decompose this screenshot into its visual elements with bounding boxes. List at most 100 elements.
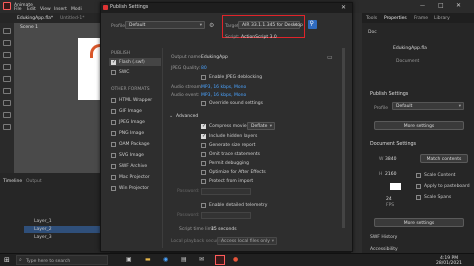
svg-checkbox[interactable] [111,153,116,158]
swc-checkbox[interactable] [111,70,116,75]
password-input[interactable] [201,188,251,195]
minimize-icon[interactable]: — [420,3,425,9]
menu-file[interactable]: File [14,7,22,12]
sidebar-item-oam[interactable]: OAM Package [119,142,150,147]
dialog-titlebar[interactable]: Publish Settings ✕ [101,3,352,13]
gear-icon[interactable]: ⚙ [209,22,214,29]
jpeg-checkbox[interactable] [111,120,116,125]
size-report-checkbox[interactable] [201,143,206,148]
protect-import-checkbox[interactable] [201,179,206,184]
store-icon[interactable]: ▤ [181,256,187,263]
mac-projector-checkbox[interactable] [111,175,116,180]
mail-icon[interactable]: ✉ [199,256,204,263]
chrome-icon[interactable]: ● [233,256,238,263]
menu-view[interactable]: View [40,7,51,12]
sidebar-item-gif[interactable]: GIF Image [119,109,142,114]
apply-pasteboard-checkbox[interactable] [416,184,421,189]
menu-insert[interactable]: Insert [54,7,67,12]
menu-edit[interactable]: Edit [27,7,36,12]
publish-settings-header[interactable]: Publish Settings [370,92,408,97]
omit-trace-checkbox[interactable] [201,152,206,157]
swf-archive-checkbox[interactable] [111,164,116,169]
win-projector-checkbox[interactable] [111,186,116,191]
permit-debug-checkbox[interactable] [201,161,206,166]
eraser-tool-icon[interactable] [3,100,11,106]
document-settings-header[interactable]: Document Settings [370,142,416,147]
scale-content-checkbox[interactable] [416,173,421,178]
windows-start-icon[interactable]: ⊞ [4,256,10,264]
flash-swf-checkbox[interactable] [111,59,116,65]
dialog-scrollbar[interactable] [342,48,345,228]
sidebar-item-svg[interactable]: SVG Image [119,153,144,158]
compress-movie-checkbox[interactable] [201,123,206,129]
audio-stream-value[interactable]: MP3, 16 kbps, Mono [201,85,246,90]
telemetry-checkbox[interactable] [201,203,206,208]
free-transform-icon[interactable] [3,52,11,58]
telemetry-password-input[interactable] [201,212,251,219]
zoom-tool-icon[interactable] [3,124,11,130]
tab-properties[interactable]: Properties [384,16,407,21]
sidebar-item-html[interactable]: HTML Wrapper [119,98,152,103]
override-sound-checkbox[interactable] [201,101,206,106]
brush-tool-icon[interactable] [3,88,11,94]
html-wrapper-checkbox[interactable] [111,98,116,103]
tab-document-1[interactable]: EdukingApp.fla* [17,16,53,21]
animate-taskbar-icon[interactable] [215,255,225,265]
subselect-tool-icon[interactable] [3,40,11,46]
output-name-value[interactable]: EdukingApp [201,55,228,60]
png-checkbox[interactable] [111,131,116,136]
gif-checkbox[interactable] [111,109,116,114]
script-value[interactable]: ActionScript 3.0 [241,35,277,40]
close-icon[interactable]: ✕ [456,2,461,9]
layer-row[interactable]: Layer_2 [24,226,108,233]
dialog-close-icon[interactable]: ✕ [341,4,346,11]
width-value[interactable]: 3840 [385,157,396,162]
sidebar-item-win-projector[interactable]: Win Projector [119,186,149,191]
sidebar-item-mac-projector[interactable]: Mac Projector [119,175,150,180]
pen-tool-icon[interactable] [3,64,11,70]
output-tab[interactable]: Output [26,179,42,184]
air-settings-wrench-icon[interactable]: ⚲ [308,20,317,29]
tab-tools[interactable]: Tools [366,16,377,21]
menu-modify[interactable]: Modi [71,7,82,12]
tab-library[interactable]: Library [434,16,450,21]
panel-profile-dropdown[interactable]: Default ▾ [392,102,464,110]
doc-more-settings-button[interactable]: More settings [374,218,464,227]
doc-tab[interactable]: Doc [368,30,377,35]
text-tool-icon[interactable] [3,76,11,82]
hand-tool-icon[interactable] [3,112,11,118]
advanced-section-label[interactable]: Advanced [176,114,198,119]
more-settings-button[interactable]: More settings [374,121,464,130]
file-explorer-icon[interactable]: ▬ [145,256,151,263]
layer-row[interactable]: Layer_1 [24,218,108,225]
local-playback-dropdown[interactable]: Access local files only ▾ [217,237,277,245]
folder-icon[interactable]: ▭ [327,54,333,61]
sidebar-item-flash[interactable]: Flash (.swf) [119,60,145,65]
maximize-icon[interactable]: □ [438,2,444,9]
include-hidden-checkbox[interactable] [201,133,206,139]
sidebar-item-jpeg[interactable]: JPEG Image [119,120,145,125]
taskbar-search-box[interactable]: ⌕ Type here to search [16,255,108,265]
target-dropdown[interactable]: AIR 33.1.1.345 for Desktop ▾ [238,21,303,29]
accessibility-header[interactable]: Accessibility [370,247,398,252]
timeline-tab[interactable]: Timeline [3,179,22,184]
swf-history-header[interactable]: SWF History [370,235,397,240]
audio-event-value[interactable]: MP3, 16 kbps, Mono [201,93,246,98]
height-value[interactable]: 2160 [385,172,396,177]
jpeg-quality-value[interactable]: 80 [201,66,207,71]
tab-document-2[interactable]: Untitled-1* [60,16,85,21]
selection-tool-icon[interactable] [3,28,11,34]
fps-value[interactable]: 24 [386,197,392,202]
jpeg-deblocking-checkbox[interactable] [201,75,206,80]
optimize-ae-checkbox[interactable] [201,170,206,175]
tab-frame[interactable]: Frame [414,16,428,21]
scale-spans-checkbox[interactable] [416,195,421,200]
script-time-value[interactable]: 15 seconds [211,227,237,232]
sidebar-item-swc[interactable]: SWC [119,70,129,75]
stage-color-swatch[interactable] [390,183,401,190]
task-view-icon[interactable]: ▣ [126,256,132,263]
sidebar-item-png[interactable]: PNG Image [119,131,144,136]
edge-icon[interactable]: ◉ [163,256,168,263]
sidebar-item-swf-archive[interactable]: SWF Archive [119,164,147,169]
oam-checkbox[interactable] [111,142,116,147]
